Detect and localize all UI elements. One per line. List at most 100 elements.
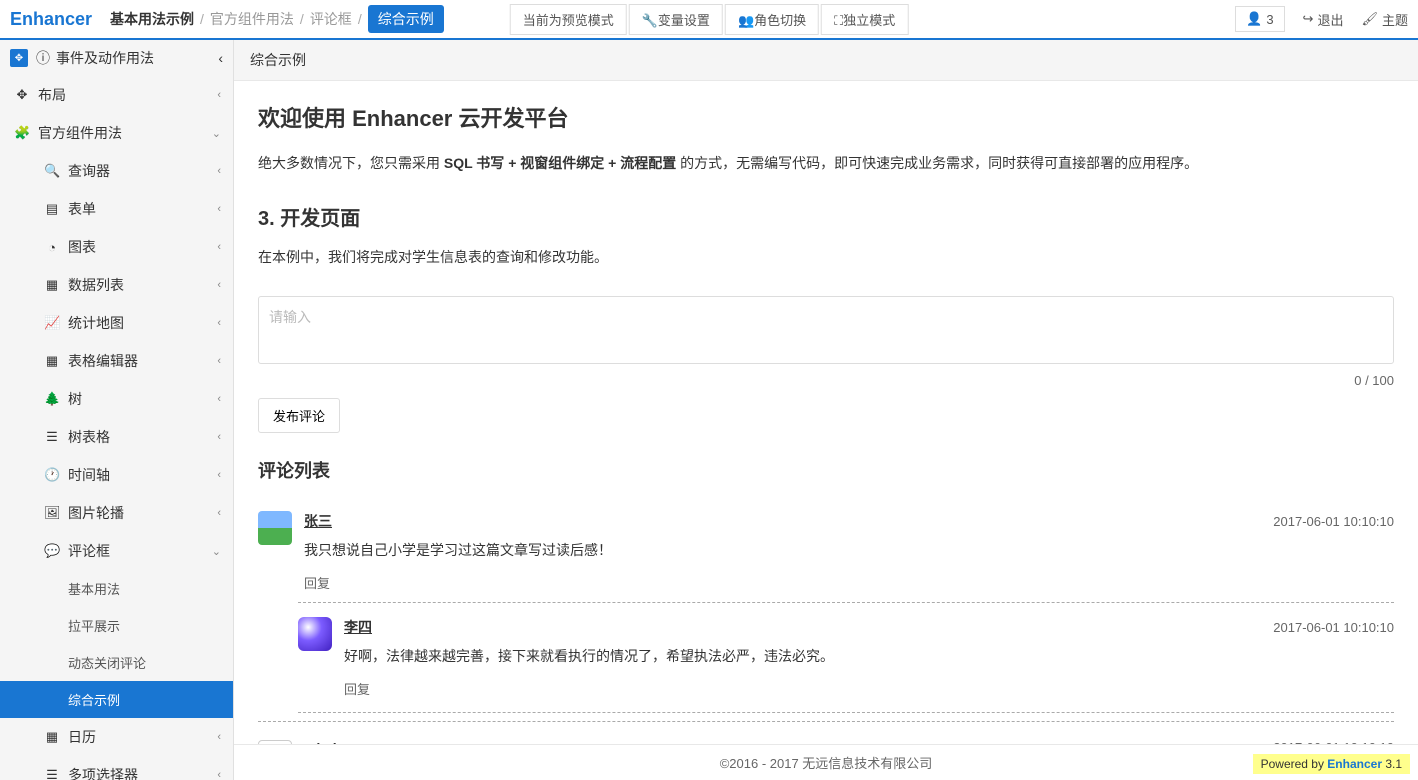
brush-icon: 🖌 bbox=[1361, 11, 1378, 27]
map-icon: 📈 bbox=[44, 315, 60, 331]
chevron-left-icon: ‹ bbox=[217, 317, 221, 329]
comment-author[interactable]: 张三 bbox=[304, 511, 332, 531]
hero-desc: 绝大多数情况下，您只需采用 SQL 书写 + 视窗组件绑定 + 流程配置 的方式… bbox=[258, 151, 1394, 176]
chevron-left-icon: ‹ bbox=[217, 355, 221, 367]
sidebar-item-dynclose[interactable]: 动态关闭评论 bbox=[0, 644, 233, 681]
puzzle-icon: 🧩 bbox=[14, 125, 30, 141]
sidebar-item-official[interactable]: 🧩官方组件用法⌄ bbox=[0, 114, 233, 152]
sidebar-item-tree[interactable]: 🌲树‹ bbox=[0, 380, 233, 418]
avatar[interactable] bbox=[258, 511, 292, 545]
wrench-icon: 🔧 bbox=[642, 13, 658, 28]
comment-icon: 💬 bbox=[44, 543, 60, 559]
chevron-left-icon: ‹ bbox=[217, 431, 221, 443]
chevron-left-icon: ‹ bbox=[217, 165, 221, 177]
breadcrumb-sep: / bbox=[200, 11, 204, 27]
chevron-down-icon: ⌄ bbox=[212, 127, 221, 140]
section-desc: 在本例中，我们将完成对学生信息表的查询和修改功能。 bbox=[258, 245, 1394, 270]
sidebar-item-tableeditor[interactable]: ▦表格编辑器‹ bbox=[0, 342, 233, 380]
sidebar-item-commentbox[interactable]: 💬评论框⌄ bbox=[0, 532, 233, 570]
breadcrumb-item[interactable]: 官方组件用法 bbox=[210, 9, 294, 29]
sidebar-item-calendar[interactable]: ▦日历‹ bbox=[0, 718, 233, 756]
reply-link[interactable]: 回复 bbox=[304, 573, 330, 592]
sidebar-item-events[interactable]: ✥ ⓘ 事件及动作用法 ‹ bbox=[0, 40, 233, 76]
breadcrumb-active[interactable]: 综合示例 bbox=[368, 5, 444, 33]
sidebar-item-comprehensive[interactable]: 综合示例 bbox=[0, 681, 233, 718]
chevron-left-icon: ‹ bbox=[218, 50, 223, 66]
chevron-left-icon: ‹ bbox=[217, 393, 221, 405]
chevron-left-icon: ‹ bbox=[217, 89, 221, 101]
top-right-toolbar: 👤3 ↪退出 🖌主题 bbox=[1235, 6, 1408, 32]
info-icon: ⓘ bbox=[36, 48, 50, 68]
search-icon: 🔍 bbox=[44, 163, 60, 179]
sidebar-item-basic[interactable]: 基本用法 bbox=[0, 570, 233, 607]
sidebar-item-statmap[interactable]: 📈统计地图‹ bbox=[0, 304, 233, 342]
chevron-left-icon: ‹ bbox=[217, 241, 221, 253]
comment-input[interactable] bbox=[258, 296, 1394, 364]
users-icon: 👥 bbox=[738, 13, 754, 28]
role-switch-button[interactable]: 👥角色切换 bbox=[725, 4, 819, 35]
grid-icon: ▦ bbox=[44, 353, 60, 369]
main-content: 综合示例 欢迎使用 Enhancer 云开发平台 绝大多数情况下，您只需采用 S… bbox=[234, 40, 1418, 780]
logo[interactable]: Enhancer bbox=[10, 9, 92, 30]
publish-button[interactable]: 发布评论 bbox=[258, 398, 340, 433]
chevron-left-icon: ‹ bbox=[217, 469, 221, 481]
sidebar-item-search[interactable]: 🔍查询器‹ bbox=[0, 152, 233, 190]
comment-text: 我只想说自己小学是学习过这篇文章写过读后感！ bbox=[304, 539, 1394, 563]
chevron-down-icon: ⌄ bbox=[212, 545, 221, 558]
comment-list-title: 评论列表 bbox=[258, 457, 1394, 483]
breadcrumb-item[interactable]: 评论框 bbox=[310, 9, 352, 29]
tasks-icon: ☰ bbox=[44, 767, 60, 780]
sidebar-item-form[interactable]: ▤表单‹ bbox=[0, 190, 233, 228]
comment-author[interactable]: 李四 bbox=[344, 617, 372, 637]
char-counter: 0 / 100 bbox=[258, 373, 1394, 388]
comment-item-nested: 李四 2017-06-01 10:10:10 好啊，法律越来越完善，接下来就看执行… bbox=[298, 602, 1394, 713]
sidebar-item-timeline[interactable]: 🕐时间轴‹ bbox=[0, 456, 233, 494]
pie-icon: ◔ bbox=[44, 240, 60, 255]
chevron-left-icon: ‹ bbox=[217, 769, 221, 780]
standalone-button[interactable]: ⛶独立模式 bbox=[821, 4, 908, 35]
exit-link[interactable]: ↪退出 bbox=[1303, 10, 1344, 29]
image-icon: 🖼 bbox=[44, 505, 60, 521]
form-icon: ▤ bbox=[44, 201, 60, 217]
calendar-icon: ▦ bbox=[44, 729, 60, 745]
breadcrumb: 基本用法示例 / 官方组件用法 / 评论框 / 综合示例 bbox=[110, 5, 444, 33]
page-title: 综合示例 bbox=[234, 40, 1418, 81]
footer: ©2016 - 2017 无远信息技术有限公司 bbox=[234, 744, 1418, 780]
reply-link[interactable]: 回复 bbox=[344, 679, 370, 698]
sidebar-item-carousel[interactable]: 🖼图片轮播‹ bbox=[0, 494, 233, 532]
topbar: Enhancer 基本用法示例 / 官方组件用法 / 评论框 / 综合示例 当前… bbox=[0, 0, 1418, 40]
clock-icon: 🕐 bbox=[44, 467, 60, 483]
chevron-left-icon: ‹ bbox=[217, 203, 221, 215]
chevron-left-icon: ‹ bbox=[217, 731, 221, 743]
breadcrumb-sep: / bbox=[300, 11, 304, 27]
tree-icon: 🌲 bbox=[44, 391, 60, 407]
comment-text: 好啊，法律越来越完善，接下来就看执行的情况了，希望执法必严，违法必究。 bbox=[344, 645, 1394, 669]
sidebar-item-treetable[interactable]: ☰树表格‹ bbox=[0, 418, 233, 456]
treetable-icon: ☰ bbox=[44, 429, 60, 445]
chevron-left-icon: ‹ bbox=[217, 279, 221, 291]
user-icon: 👤 bbox=[1246, 11, 1262, 27]
theme-link[interactable]: 🖌主题 bbox=[1361, 10, 1408, 29]
hero-title: 欢迎使用 Enhancer 云开发平台 bbox=[258, 101, 1394, 133]
sidebar-item-flat[interactable]: 拉平展示 bbox=[0, 607, 233, 644]
expand-icon: ⛶ bbox=[834, 13, 843, 28]
breadcrumb-root[interactable]: 基本用法示例 bbox=[110, 9, 194, 29]
section-title: 3. 开发页面 bbox=[258, 202, 1394, 231]
top-center-toolbar: 当前为预览模式 🔧变量设置 👥角色切换 ⛶独立模式 bbox=[510, 4, 909, 35]
move-icon: ✥ bbox=[10, 49, 28, 67]
sidebar-item-chart[interactable]: ◔图表‹ bbox=[0, 228, 233, 266]
user-count-button[interactable]: 👤3 bbox=[1235, 6, 1284, 32]
sidebar: ✥ ⓘ 事件及动作用法 ‹ ✥布局‹ 🧩官方组件用法⌄ 🔍查询器‹ ▤表单‹ ◔… bbox=[0, 40, 234, 780]
avatar[interactable] bbox=[298, 617, 332, 651]
list-icon: ▦ bbox=[44, 277, 60, 293]
arrows-icon: ✥ bbox=[14, 87, 30, 103]
vars-button[interactable]: 🔧变量设置 bbox=[629, 4, 723, 35]
comment-date: 2017-06-01 10:10:10 bbox=[1273, 514, 1394, 529]
sidebar-item-datalist[interactable]: ▦数据列表‹ bbox=[0, 266, 233, 304]
sidebar-item-multiselect[interactable]: ☰多项选择器‹ bbox=[0, 756, 233, 780]
comment-item: 张三 2017-06-01 10:10:10 我只想说自己小学是学习过这篇文章写过… bbox=[258, 501, 1394, 602]
powered-by-badge[interactable]: Powered by Enhancer 3.1 bbox=[1253, 754, 1410, 774]
comment-date: 2017-06-01 10:10:10 bbox=[1273, 620, 1394, 635]
preview-mode-label: 当前为预览模式 bbox=[510, 4, 627, 35]
sidebar-item-layout[interactable]: ✥布局‹ bbox=[0, 76, 233, 114]
